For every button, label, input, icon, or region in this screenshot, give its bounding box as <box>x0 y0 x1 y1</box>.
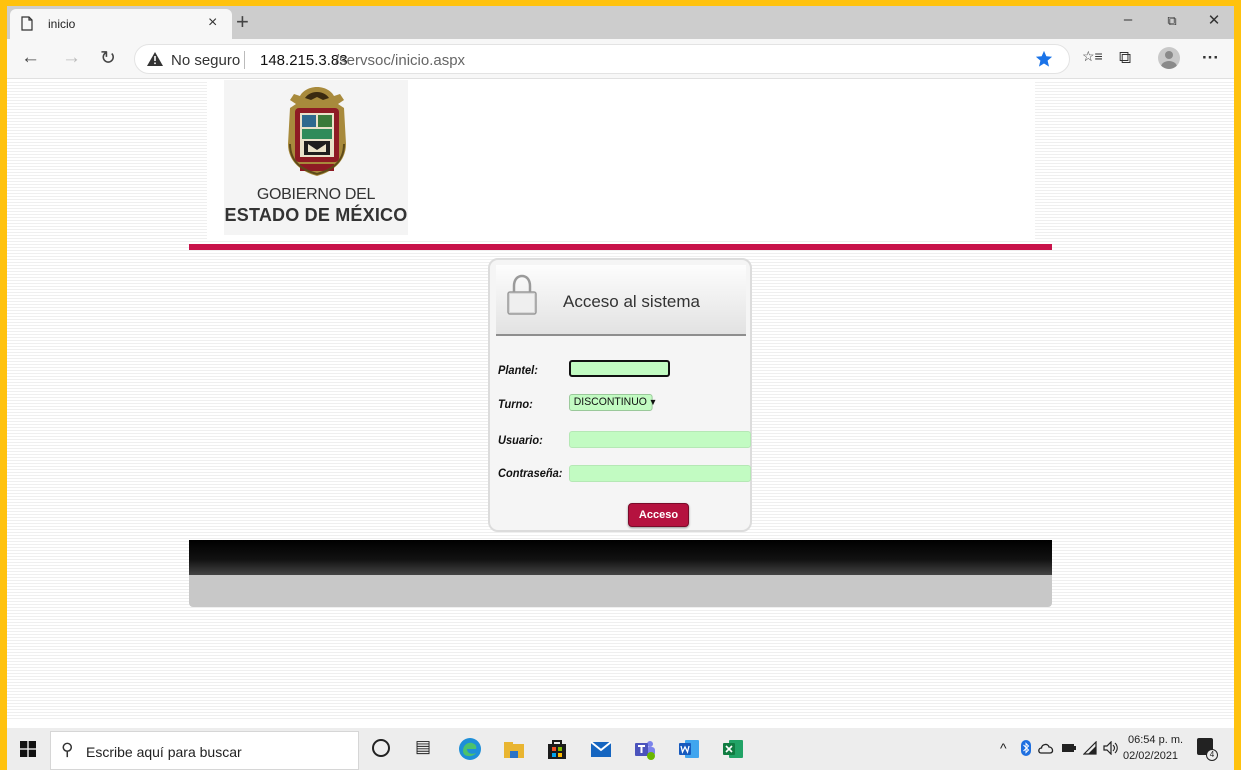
url-path[interactable]: /servsoc/inicio.aspx <box>335 52 465 69</box>
turno-select[interactable]: DISCONTINUO ▼ <box>569 394 657 411</box>
word-icon[interactable] <box>677 737 701 761</box>
address-bar[interactable]: No seguro 148.215.3.83 /servsoc/inicio.a… <box>134 44 1070 74</box>
government-name-line2: ESTADO DE MÉXICO <box>224 205 408 225</box>
plantel-input[interactable] <box>569 360 670 377</box>
government-logo: GOBIERNO DEL ESTADO DE MÉXICO <box>224 80 408 235</box>
favorites-icon[interactable]: ☆≡ <box>1082 48 1103 65</box>
clock-time[interactable]: 06:54 p. m. <box>1128 734 1183 746</box>
excel-icon[interactable] <box>721 737 745 761</box>
acceso-button[interactable]: Acceso <box>628 503 689 527</box>
file-explorer-icon[interactable] <box>502 737 526 761</box>
volume-icon[interactable] <box>1103 741 1119 755</box>
search-icon: ⚲ <box>61 740 74 759</box>
navigation-bar: ← → ↻ No seguro 148.215.3.83 /servsoc/in… <box>7 39 1234 79</box>
footer-black-band <box>189 540 1052 575</box>
tab-title: inicio <box>48 17 76 31</box>
security-label[interactable]: No seguro <box>171 52 240 69</box>
login-panel: Acceso al sistema Plantel: Turno: DISCON… <box>488 258 752 532</box>
tab-inicio[interactable]: inicio × <box>10 9 232 39</box>
bluetooth-icon[interactable] <box>1021 740 1031 756</box>
padlock-icon <box>507 274 537 315</box>
turno-selected-value: DISCONTINUO <box>573 396 647 408</box>
plantel-label: Plantel: <box>498 363 538 377</box>
address-separator <box>244 51 245 69</box>
browser-window: inicio × + – ⧉ ✕ ← → ↻ No seguro 148.215… <box>7 6 1234 770</box>
back-arrow-icon[interactable]: ← <box>21 47 40 69</box>
login-header: Acceso al sistema <box>496 265 746 336</box>
minimize-button[interactable]: – <box>1113 11 1143 28</box>
header-accent-bar <box>189 244 1052 250</box>
usuario-label: Usuario: <box>498 433 543 447</box>
password-label: Contraseña: <box>498 466 563 480</box>
password-input[interactable] <box>569 465 751 482</box>
edge-icon[interactable] <box>458 737 482 761</box>
battery-icon[interactable] <box>1062 743 1076 753</box>
forward-arrow-icon[interactable]: → <box>62 47 81 69</box>
close-window-button[interactable]: ✕ <box>1199 11 1229 29</box>
chevron-down-icon: ▼ <box>648 397 658 407</box>
star-icon[interactable] <box>1035 50 1053 68</box>
warning-icon[interactable] <box>147 52 163 66</box>
reload-icon[interactable]: ↻ <box>100 47 116 70</box>
footer-gray-band <box>189 575 1052 607</box>
store-icon[interactable] <box>545 737 569 761</box>
task-view-icon[interactable]: ▤ <box>415 737 431 757</box>
windows-taskbar: ⚲ Escribe aquí para buscar ▤ ^ 06:54 p. … <box>7 728 1234 770</box>
tab-close-icon[interactable]: × <box>208 14 217 32</box>
site-header: GOBIERNO DEL ESTADO DE MÉXICO <box>207 80 1035 240</box>
clock-date[interactable]: 02/02/2021 <box>1123 750 1178 762</box>
tray-chevron-icon[interactable]: ^ <box>1000 740 1007 756</box>
new-tab-button[interactable]: + <box>236 9 249 35</box>
cortana-icon[interactable] <box>372 739 390 757</box>
login-title: Acceso al sistema <box>563 292 700 311</box>
restore-button[interactable]: ⧉ <box>1157 13 1187 29</box>
windows-start-icon[interactable] <box>20 741 36 757</box>
turno-label: Turno: <box>498 397 533 411</box>
notification-count-badge: 4 <box>1206 749 1218 761</box>
more-icon[interactable]: ··· <box>1202 48 1219 68</box>
search-placeholder: Escribe aquí para buscar <box>86 744 242 760</box>
profile-icon[interactable] <box>1158 47 1180 69</box>
mail-icon[interactable] <box>589 737 613 761</box>
coat-of-arms-icon <box>288 87 346 176</box>
page-content: GOBIERNO DEL ESTADO DE MÉXICO Acceso al … <box>7 80 1234 721</box>
taskbar-search-box[interactable]: ⚲ Escribe aquí para buscar <box>50 731 359 770</box>
government-name-line1: GOBIERNO DEL <box>256 186 376 203</box>
tab-strip: inicio × + – ⧉ ✕ <box>7 6 1234 39</box>
wifi-icon[interactable] <box>1083 741 1097 755</box>
page-icon <box>21 16 33 31</box>
teams-icon[interactable] <box>633 737 657 761</box>
usuario-input[interactable] <box>569 431 751 448</box>
onedrive-icon[interactable] <box>1038 742 1054 754</box>
collections-icon[interactable]: ⧉ <box>1119 48 1131 68</box>
